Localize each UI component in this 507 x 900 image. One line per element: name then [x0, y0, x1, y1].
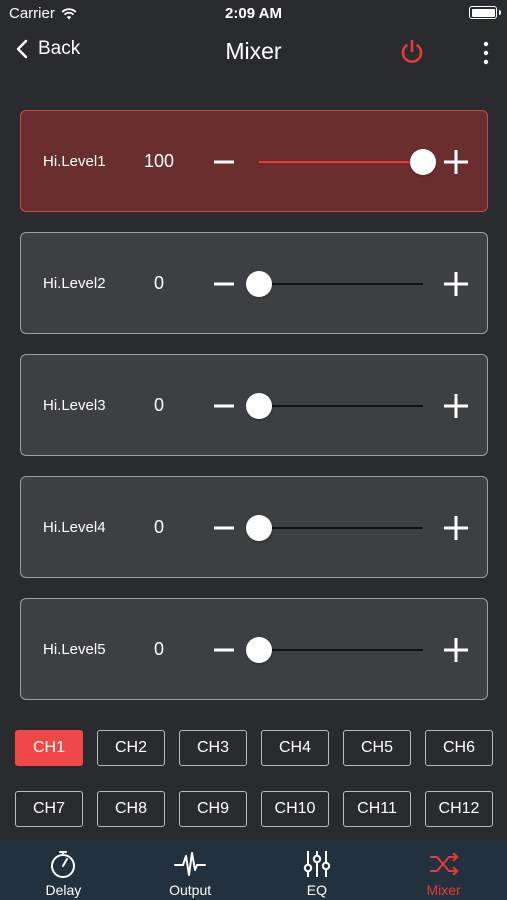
status-bar: Carrier 2:09 AM [0, 0, 507, 28]
status-time: 2:09 AM [225, 5, 282, 22]
minus-icon[interactable] [211, 149, 237, 175]
channel-card: Hi.Level2 0 [20, 232, 488, 334]
tab-eq[interactable]: EQ [254, 839, 381, 900]
channel-value: 0 [153, 394, 164, 415]
sliders-icon [303, 851, 331, 877]
slider-thumb[interactable] [246, 515, 272, 541]
channel-card: Hi.Level1 100 [20, 110, 488, 212]
ch-button[interactable]: CH8 [97, 791, 165, 827]
ch-button[interactable]: CH1 [15, 730, 83, 766]
back-label: Back [38, 38, 81, 59]
minus-icon[interactable] [211, 271, 237, 297]
tab-delay[interactable]: Delay [0, 839, 127, 900]
minus-icon[interactable] [211, 393, 237, 419]
slider-thumb[interactable] [246, 271, 272, 297]
channel-value: 0 [153, 516, 164, 537]
slider-thumb[interactable] [246, 393, 272, 419]
back-button[interactable]: Back [16, 38, 80, 60]
channel-value: 0 [153, 272, 164, 293]
level-slider[interactable] [246, 271, 423, 297]
channel-value: 0 [153, 638, 164, 659]
ch-button[interactable]: CH7 [15, 791, 83, 827]
channel-label: Hi.Level4 [43, 518, 106, 536]
ch-button[interactable]: CH11 [343, 791, 411, 827]
level-slider[interactable] [259, 149, 436, 175]
plus-icon[interactable] [441, 635, 471, 665]
slider-thumb[interactable] [410, 149, 436, 175]
tab-label: Output [169, 882, 212, 898]
ch-button[interactable]: CH12 [425, 791, 493, 827]
battery-indicator [469, 6, 501, 19]
minus-icon[interactable] [211, 637, 237, 663]
ch-button[interactable]: CH6 [425, 730, 493, 766]
channel-label: Hi.Level1 [43, 152, 106, 170]
channel-label: Hi.Level5 [43, 640, 106, 658]
tab-mixer[interactable]: Mixer [380, 839, 507, 900]
tab-label: Mixer [426, 882, 461, 898]
stopwatch-icon [51, 851, 76, 878]
tab-bar: Delay Output EQ Mixer [0, 839, 507, 900]
power-icon[interactable] [398, 38, 426, 66]
more-vertical-icon[interactable] [478, 40, 494, 66]
chevron-left-icon [16, 39, 28, 59]
level-slider[interactable] [246, 393, 423, 419]
tab-label: EQ [306, 882, 327, 898]
ch-button[interactable]: CH4 [261, 730, 329, 766]
ch-button[interactable]: CH5 [343, 730, 411, 766]
ch-button[interactable]: CH2 [97, 730, 165, 766]
channel-label: Hi.Level2 [43, 274, 106, 292]
channel-card: Hi.Level3 0 [20, 354, 488, 456]
level-slider[interactable] [246, 637, 423, 663]
channel-value: 100 [143, 150, 175, 171]
slider-fill [259, 161, 423, 163]
nav-bar: Back Mixer [0, 28, 507, 78]
tab-label: Delay [45, 882, 82, 898]
ch-button[interactable]: CH3 [179, 730, 247, 766]
plus-icon[interactable] [441, 147, 471, 177]
shuffle-icon [429, 852, 459, 876]
battery-icon [469, 6, 501, 19]
minus-icon[interactable] [211, 515, 237, 541]
level-slider[interactable] [246, 515, 423, 541]
channel-label: Hi.Level3 [43, 396, 106, 414]
channel-card: Hi.Level5 0 [20, 598, 488, 700]
waveform-icon [174, 852, 207, 876]
tab-output[interactable]: Output [127, 839, 254, 900]
plus-icon[interactable] [441, 269, 471, 299]
plus-icon[interactable] [441, 513, 471, 543]
plus-icon[interactable] [441, 391, 471, 421]
channel-card: Hi.Level4 0 [20, 476, 488, 578]
ch-button[interactable]: CH9 [179, 791, 247, 827]
ch-button[interactable]: CH10 [261, 791, 329, 827]
slider-thumb[interactable] [246, 637, 272, 663]
